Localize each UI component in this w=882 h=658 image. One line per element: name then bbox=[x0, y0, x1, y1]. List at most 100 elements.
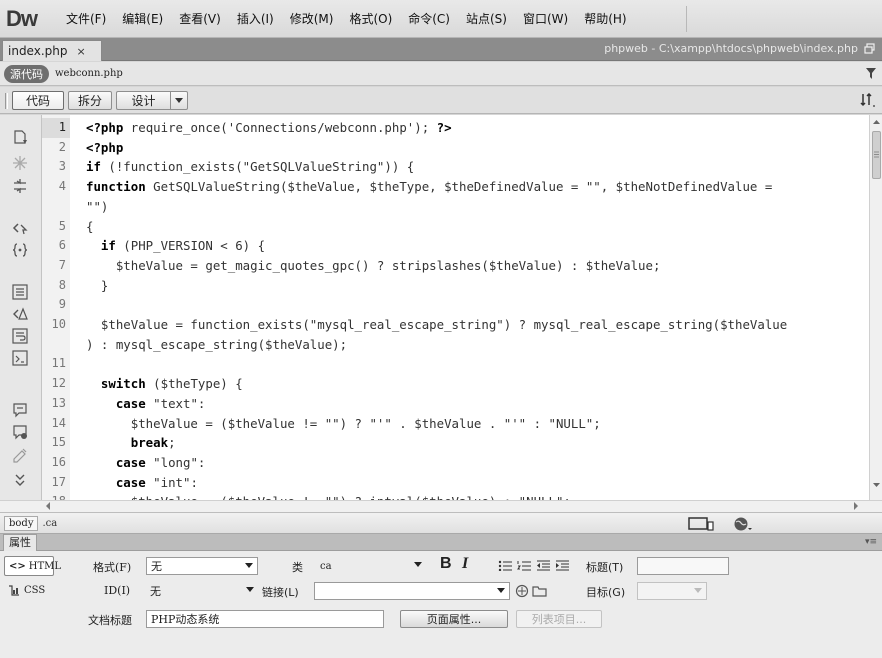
split-view-button[interactable]: 拆分 bbox=[68, 91, 112, 110]
line-number: 9 bbox=[58, 297, 66, 312]
menu-site[interactable]: 站点(S) bbox=[458, 10, 515, 27]
menu-commands[interactable]: 命令(C) bbox=[400, 10, 458, 27]
outdent-icon[interactable] bbox=[536, 560, 551, 571]
document-tab-bar: index.php × phpweb - C:\xampp\htdocs\php… bbox=[0, 38, 882, 61]
italic-button[interactable]: I bbox=[462, 555, 468, 573]
restore-window-icon[interactable] bbox=[864, 43, 875, 54]
html-properties-button[interactable]: <> HTML bbox=[4, 556, 61, 576]
code-view-button[interactable]: 代码 bbox=[12, 91, 64, 110]
code-line: if (!function_exists("GetSQLValueString"… bbox=[86, 159, 415, 175]
format-select[interactable]: 无 bbox=[146, 557, 258, 575]
code-line: if (PHP_VERSION < 6) { bbox=[100, 238, 266, 254]
browse-folder-icon[interactable] bbox=[532, 585, 547, 597]
source-code-button[interactable]: 源代码 bbox=[4, 64, 49, 83]
point-to-file-icon[interactable] bbox=[515, 584, 529, 598]
balance-braces-icon[interactable] bbox=[11, 241, 29, 259]
design-dropdown-button[interactable] bbox=[170, 91, 188, 110]
page-properties-button[interactable]: 页面属性... bbox=[400, 610, 508, 628]
live-view-globe-icon[interactable] bbox=[733, 516, 753, 532]
line-number: 1 bbox=[42, 118, 70, 138]
recent-snippets-icon[interactable] bbox=[11, 446, 29, 464]
code-line: case "text": bbox=[115, 395, 206, 411]
ordered-list-icon[interactable] bbox=[517, 560, 532, 571]
menu-view[interactable]: 查看(V) bbox=[171, 10, 229, 27]
more-tools-icon[interactable] bbox=[11, 471, 29, 489]
related-file-link[interactable]: webconn.php bbox=[55, 68, 123, 79]
line-number: 10 bbox=[51, 317, 66, 331]
document-title-input[interactable]: PHP动态系统 bbox=[146, 610, 384, 628]
tag-selector-body[interactable]: body bbox=[4, 515, 39, 531]
properties-panel-header: 属性 ▾≡ bbox=[0, 534, 882, 551]
menu-format[interactable]: 格式(O) bbox=[341, 10, 400, 27]
device-preview-icon[interactable] bbox=[688, 517, 714, 531]
unordered-list-icon[interactable] bbox=[498, 560, 513, 571]
design-view-button[interactable]: 设计 bbox=[116, 91, 170, 110]
id-select[interactable]: 无 bbox=[146, 582, 258, 600]
line-number: 3 bbox=[58, 159, 66, 174]
select-parent-tag-icon[interactable] bbox=[11, 219, 29, 237]
word-wrap-icon[interactable] bbox=[11, 327, 29, 345]
heading-input[interactable] bbox=[637, 557, 729, 575]
properties-tab[interactable]: 属性 bbox=[3, 534, 37, 551]
collapse-full-tag-icon[interactable] bbox=[11, 177, 29, 195]
menu-modify[interactable]: 修改(M) bbox=[282, 10, 342, 27]
close-tab-icon[interactable]: × bbox=[76, 45, 85, 58]
open-documents-icon[interactable] bbox=[11, 129, 29, 147]
menu-edit[interactable]: 编辑(E) bbox=[114, 10, 171, 27]
id-select-value: 无 bbox=[150, 585, 161, 598]
sort-icon[interactable] bbox=[860, 93, 876, 107]
code-editor[interactable]: 123456789101112131415161718 <?php requir… bbox=[42, 115, 869, 500]
syntax-error-alerts-icon[interactable] bbox=[11, 349, 29, 367]
css-properties-button[interactable]: CSS bbox=[4, 580, 54, 600]
bold-button[interactable]: B bbox=[440, 555, 452, 573]
line-number: 15 bbox=[51, 435, 66, 450]
document-title-label: 文档标题 bbox=[88, 614, 132, 627]
code-line: } bbox=[86, 277, 109, 293]
class-label: 类 bbox=[292, 561, 303, 574]
class-select-value: ca bbox=[320, 560, 332, 572]
scroll-left-icon[interactable] bbox=[44, 501, 52, 511]
line-numbers-icon[interactable] bbox=[11, 283, 29, 301]
dreamweaver-window: Dw 文件(F) 编辑(E) 查看(V) 插入(I) 修改(M) 格式(O) 命… bbox=[0, 0, 882, 658]
code-line: <?php require_once('Connections/webconn.… bbox=[86, 120, 452, 135]
indent-icon[interactable] bbox=[555, 560, 570, 571]
line-number: 5 bbox=[58, 218, 66, 233]
scroll-right-icon[interactable] bbox=[852, 501, 860, 511]
chevron-down-icon bbox=[694, 588, 702, 593]
highlight-invalid-code-icon[interactable] bbox=[11, 305, 29, 323]
code-brackets-icon: <> bbox=[9, 560, 26, 572]
tag-selector-class[interactable]: .ca bbox=[42, 518, 57, 529]
show-code-navigator-icon[interactable] bbox=[11, 154, 29, 172]
menu-help[interactable]: 帮助(H) bbox=[576, 10, 634, 27]
scrollbar-thumb[interactable] bbox=[872, 131, 881, 179]
remove-comment-icon[interactable] bbox=[11, 423, 29, 441]
menu-file[interactable]: 文件(F) bbox=[58, 10, 114, 27]
document-tab[interactable]: index.php × bbox=[2, 40, 102, 61]
format-label: 格式(F) bbox=[93, 561, 132, 574]
menu-divider bbox=[686, 6, 687, 32]
heading-label: 标题(T) bbox=[586, 561, 624, 574]
apply-comment-icon[interactable] bbox=[11, 401, 29, 419]
scroll-up-icon[interactable] bbox=[871, 118, 882, 126]
vertical-scrollbar[interactable] bbox=[869, 115, 882, 500]
menu-window[interactable]: 窗口(W) bbox=[515, 10, 576, 27]
list-item-button[interactable]: 列表项目... bbox=[516, 610, 602, 628]
chevron-down-icon bbox=[497, 588, 505, 593]
menu-insert[interactable]: 插入(I) bbox=[229, 10, 282, 27]
chevron-down-icon bbox=[175, 97, 183, 103]
filter-icon[interactable] bbox=[866, 68, 876, 79]
html-button-label: HTML bbox=[28, 560, 62, 572]
code-line: $theValue = ($theValue != "") ? intval($… bbox=[86, 492, 571, 500]
scroll-down-icon[interactable] bbox=[871, 481, 882, 489]
target-select[interactable] bbox=[637, 582, 707, 600]
toolbar-grip bbox=[5, 93, 8, 109]
properties-panel: <> HTML CSS 格式(F) 无 类 ca B I 标题(T) ID(I)… bbox=[0, 551, 882, 658]
code-line: "") bbox=[86, 198, 109, 214]
line-number: 4 bbox=[58, 179, 66, 194]
class-select[interactable]: ca bbox=[314, 557, 426, 575]
line-number: 18 bbox=[42, 492, 66, 500]
horizontal-scrollbar[interactable] bbox=[0, 500, 882, 512]
panel-menu-icon[interactable]: ▾≡ bbox=[865, 537, 877, 547]
link-input[interactable] bbox=[314, 582, 510, 600]
link-label: 链接(L) bbox=[262, 586, 299, 599]
